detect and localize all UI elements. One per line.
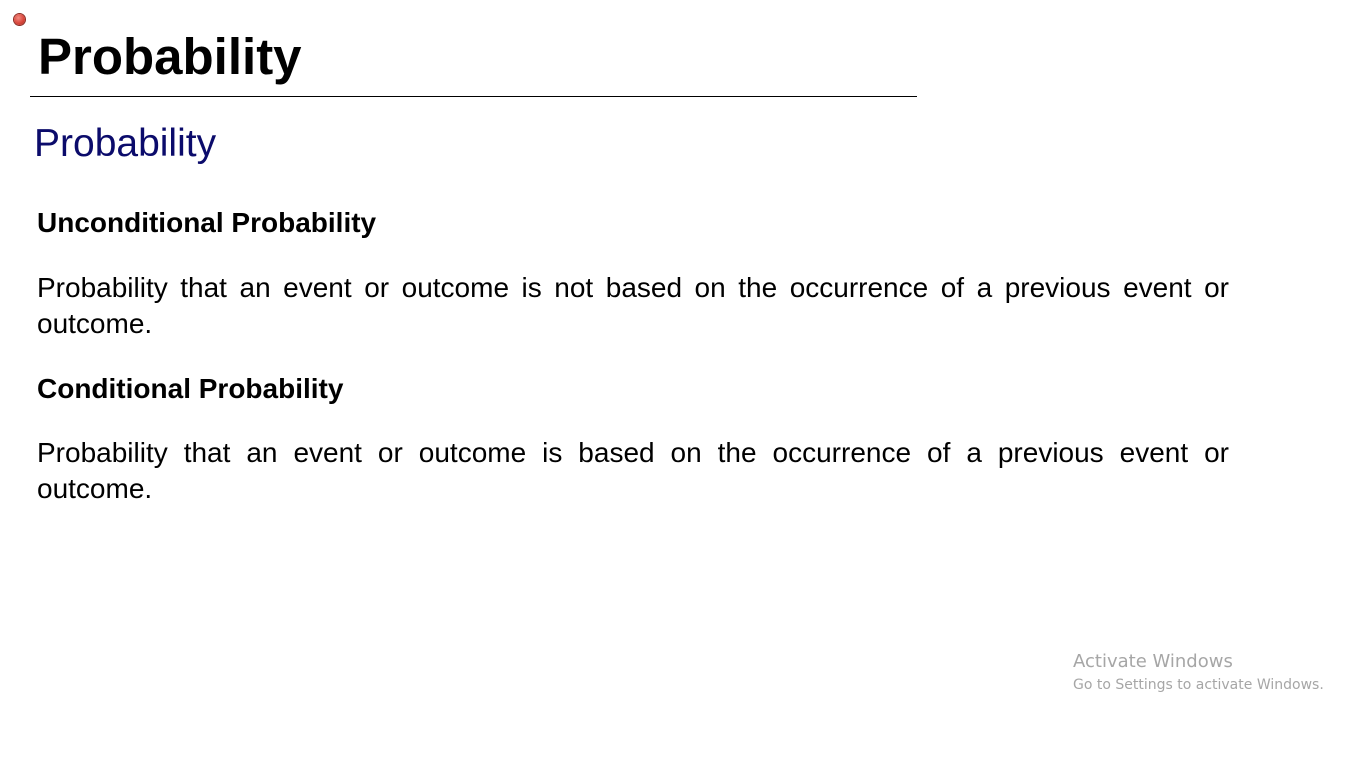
unconditional-probability-definition: Probability that an event or outcome is … (37, 272, 1229, 339)
watermark-subtitle: Go to Settings to activate Windows. (1073, 677, 1324, 693)
record-dot-icon (14, 14, 25, 25)
conditional-probability-heading: Conditional Probability (37, 373, 344, 404)
section-heading: Probability (34, 122, 217, 165)
unconditional-probability-heading: Unconditional Probability (37, 207, 377, 238)
activate-windows-watermark: Activate Windows Go to Settings to activ… (1073, 650, 1324, 696)
presentation-slide: Probability Probability Unconditional Pr… (0, 0, 1366, 768)
title-divider (30, 96, 917, 97)
conditional-probability-definition: Probability that an event or outcome is … (37, 437, 1229, 504)
watermark-title: Activate Windows (1073, 651, 1233, 672)
slide-title: Probability (38, 28, 302, 85)
